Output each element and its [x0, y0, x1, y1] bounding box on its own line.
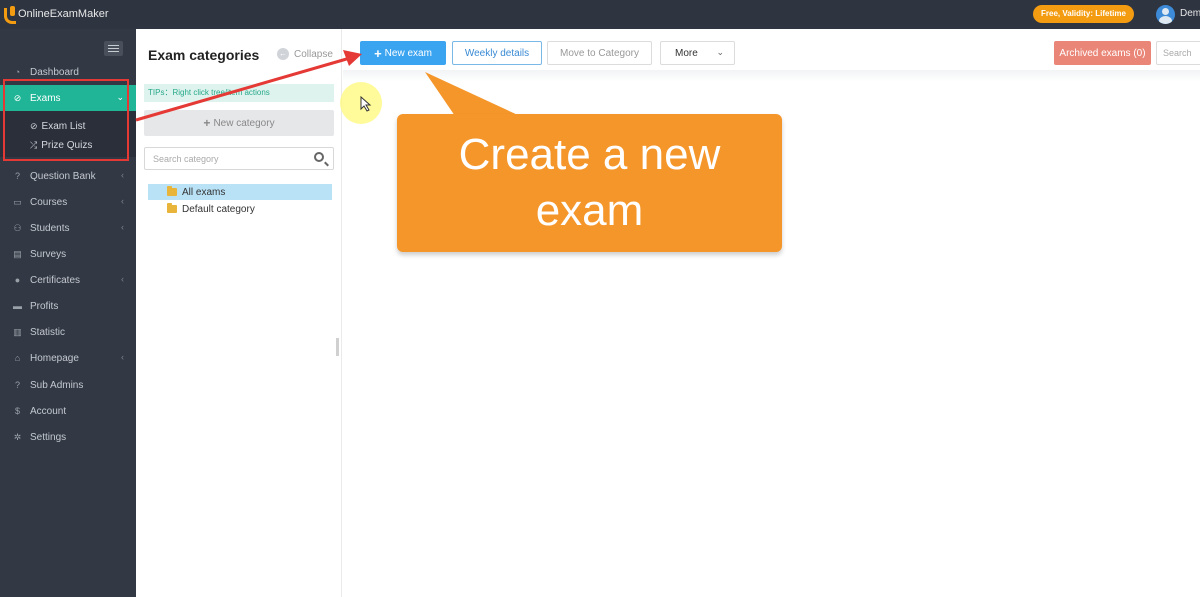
callout-annotation: Create a new exam [397, 114, 782, 252]
callout-pointer [425, 72, 520, 116]
callout-text: Create a new exam [458, 130, 721, 235]
